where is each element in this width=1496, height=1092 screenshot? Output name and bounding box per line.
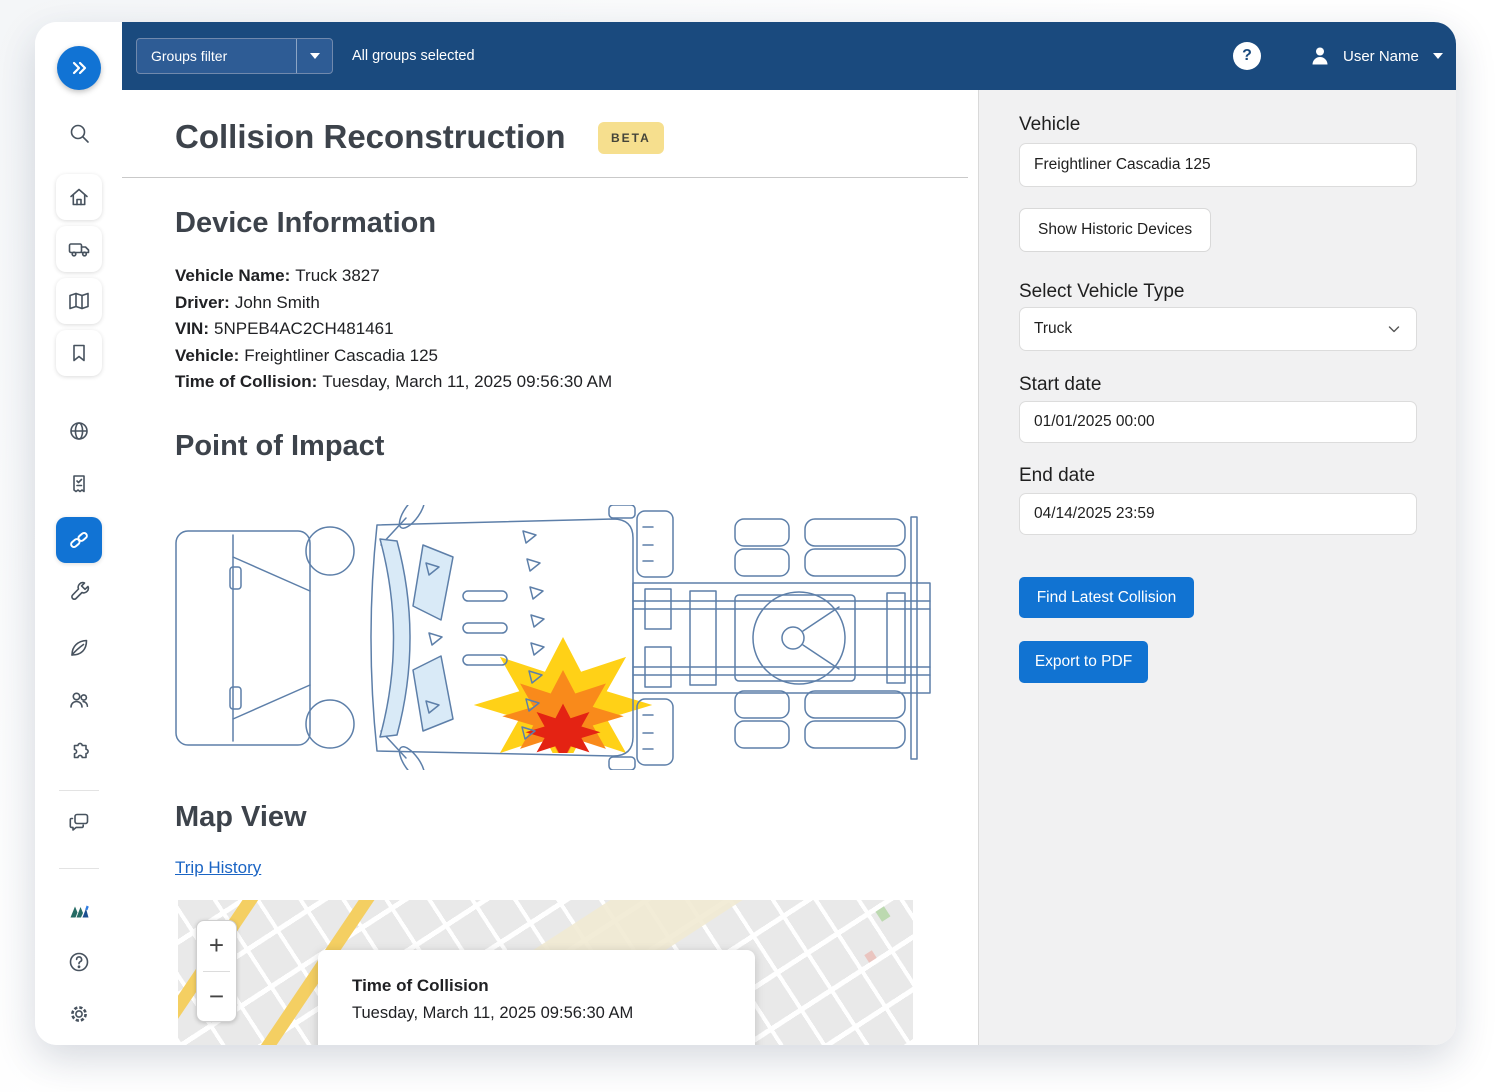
sidebar-item-help[interactable] <box>67 950 91 974</box>
sidebar-item-maintenance[interactable] <box>67 581 91 605</box>
truck-top-view-impact-illustration <box>175 505 935 770</box>
map-park-patch <box>876 906 891 922</box>
topbar: Groups filter All groups selected ? User… <box>122 22 1456 90</box>
sidebar-item-fuel[interactable] <box>67 636 91 660</box>
collision-info-title: Time of Collision <box>352 976 755 996</box>
user-menu[interactable]: User Name <box>1343 22 1419 90</box>
map-zoom-control: + − <box>196 920 237 1022</box>
start-date-input[interactable] <box>1019 401 1417 443</box>
impact-starburst <box>474 637 653 770</box>
start-date-label: Start date <box>1019 374 1101 396</box>
app-window: Groups filter All groups selected ? User… <box>35 22 1456 1045</box>
sidebar-item-search[interactable] <box>67 121 91 145</box>
sidebar-divider <box>59 790 99 791</box>
map-view[interactable]: + − Time of Collision Tuesday, March 11,… <box>178 900 913 1045</box>
sidebar-item-messages[interactable] <box>67 810 91 834</box>
wrench-icon <box>67 581 91 605</box>
sidebar-item-map[interactable] <box>56 278 102 324</box>
collision-info-subtitle: Tuesday, March 11, 2025 09:56:30 AM <box>352 1004 755 1023</box>
sidebar-divider <box>59 868 99 869</box>
leaf-icon <box>67 636 91 660</box>
field-vehicle-name: Vehicle Name:Truck 3827 <box>175 263 612 290</box>
truck-diagram <box>175 505 935 770</box>
find-latest-collision-button[interactable]: Find Latest Collision <box>1019 577 1194 618</box>
user-avatar-icon <box>1308 44 1332 68</box>
end-date-input[interactable] <box>1019 493 1417 535</box>
truck-icon <box>67 237 91 261</box>
field-vehicle: Vehicle:Freightliner Cascadia 125 <box>175 343 612 370</box>
sidebar <box>35 22 122 1045</box>
trip-history-link[interactable]: Trip History <box>175 858 261 878</box>
folded-map-icon <box>67 289 91 313</box>
title-divider <box>122 177 968 178</box>
search-icon <box>67 121 91 145</box>
receipt-icon <box>67 472 91 496</box>
map-poi-patch <box>864 950 876 962</box>
sidebar-item-globe[interactable] <box>67 419 91 443</box>
map-view-heading: Map View <box>175 801 307 834</box>
chevron-down-icon <box>1386 321 1402 337</box>
vehicle-type-label: Select Vehicle Type <box>1019 281 1184 303</box>
sidebar-item-motive-logo <box>67 900 91 924</box>
device-information-fields: Vehicle Name:Truck 3827 Driver:John Smit… <box>175 263 612 396</box>
puzzle-icon <box>67 741 91 765</box>
vehicle-input[interactable] <box>1019 143 1417 187</box>
people-icon <box>67 688 91 712</box>
caret-down-icon <box>310 53 320 59</box>
chat-bubbles-icon <box>67 810 91 834</box>
sidebar-item-collision-reconstruction[interactable] <box>56 517 102 563</box>
zoom-in-button[interactable]: + <box>197 921 236 971</box>
sidebar-item-settings[interactable] <box>67 1002 91 1026</box>
collision-search-panel: Vehicle Show Historic Devices Select Veh… <box>978 90 1456 1045</box>
user-menu-caret-icon[interactable] <box>1433 53 1443 59</box>
question-mark-icon: ? <box>1242 47 1252 65</box>
beta-badge: BETA <box>598 122 664 154</box>
sidebar-item-vehicles[interactable] <box>56 226 102 272</box>
groups-status-text: All groups selected <box>352 22 475 90</box>
bookmark-icon <box>67 341 91 365</box>
sidebar-item-drivers[interactable] <box>67 688 91 712</box>
groups-filter-dropdown[interactable]: Groups filter <box>136 38 333 74</box>
export-to-pdf-button[interactable]: Export to PDF <box>1019 641 1148 683</box>
gear-icon <box>67 1002 91 1026</box>
groups-filter-label: Groups filter <box>137 48 296 64</box>
sidebar-item-reports[interactable] <box>67 472 91 496</box>
field-time-of-collision: Time of Collision:Tuesday, March 11, 202… <box>175 369 612 396</box>
help-circle-icon <box>67 950 91 974</box>
motive-logo-icon <box>67 900 91 924</box>
globe-icon <box>67 419 91 443</box>
vehicle-type-value: Truck <box>1034 320 1072 338</box>
vehicle-label: Vehicle <box>1019 114 1080 136</box>
show-historic-devices-button[interactable]: Show Historic Devices <box>1019 208 1211 252</box>
field-vin: VIN:5NPEB4AC2CH481461 <box>175 316 612 343</box>
home-icon <box>67 185 91 209</box>
end-date-label: End date <box>1019 465 1095 487</box>
sidebar-item-home[interactable] <box>56 174 102 220</box>
zoom-out-button[interactable]: − <box>197 972 236 1022</box>
page-title: Collision Reconstruction <box>175 118 566 156</box>
groups-filter-caret[interactable] <box>296 39 332 73</box>
device-information-heading: Device Information <box>175 207 436 240</box>
sidebar-expand-button[interactable] <box>57 46 101 90</box>
point-of-impact-heading: Point of Impact <box>175 430 384 463</box>
double-chevron-right-icon <box>67 56 91 80</box>
help-button[interactable]: ? <box>1233 42 1261 70</box>
chain-links-icon <box>67 528 91 552</box>
field-driver: Driver:John Smith <box>175 290 612 317</box>
sidebar-item-bookmarks[interactable] <box>56 330 102 376</box>
sidebar-item-integrations[interactable] <box>67 741 91 765</box>
vehicle-type-select[interactable]: Truck <box>1019 307 1417 351</box>
collision-info-card: Time of Collision Tuesday, March 11, 202… <box>318 950 755 1045</box>
